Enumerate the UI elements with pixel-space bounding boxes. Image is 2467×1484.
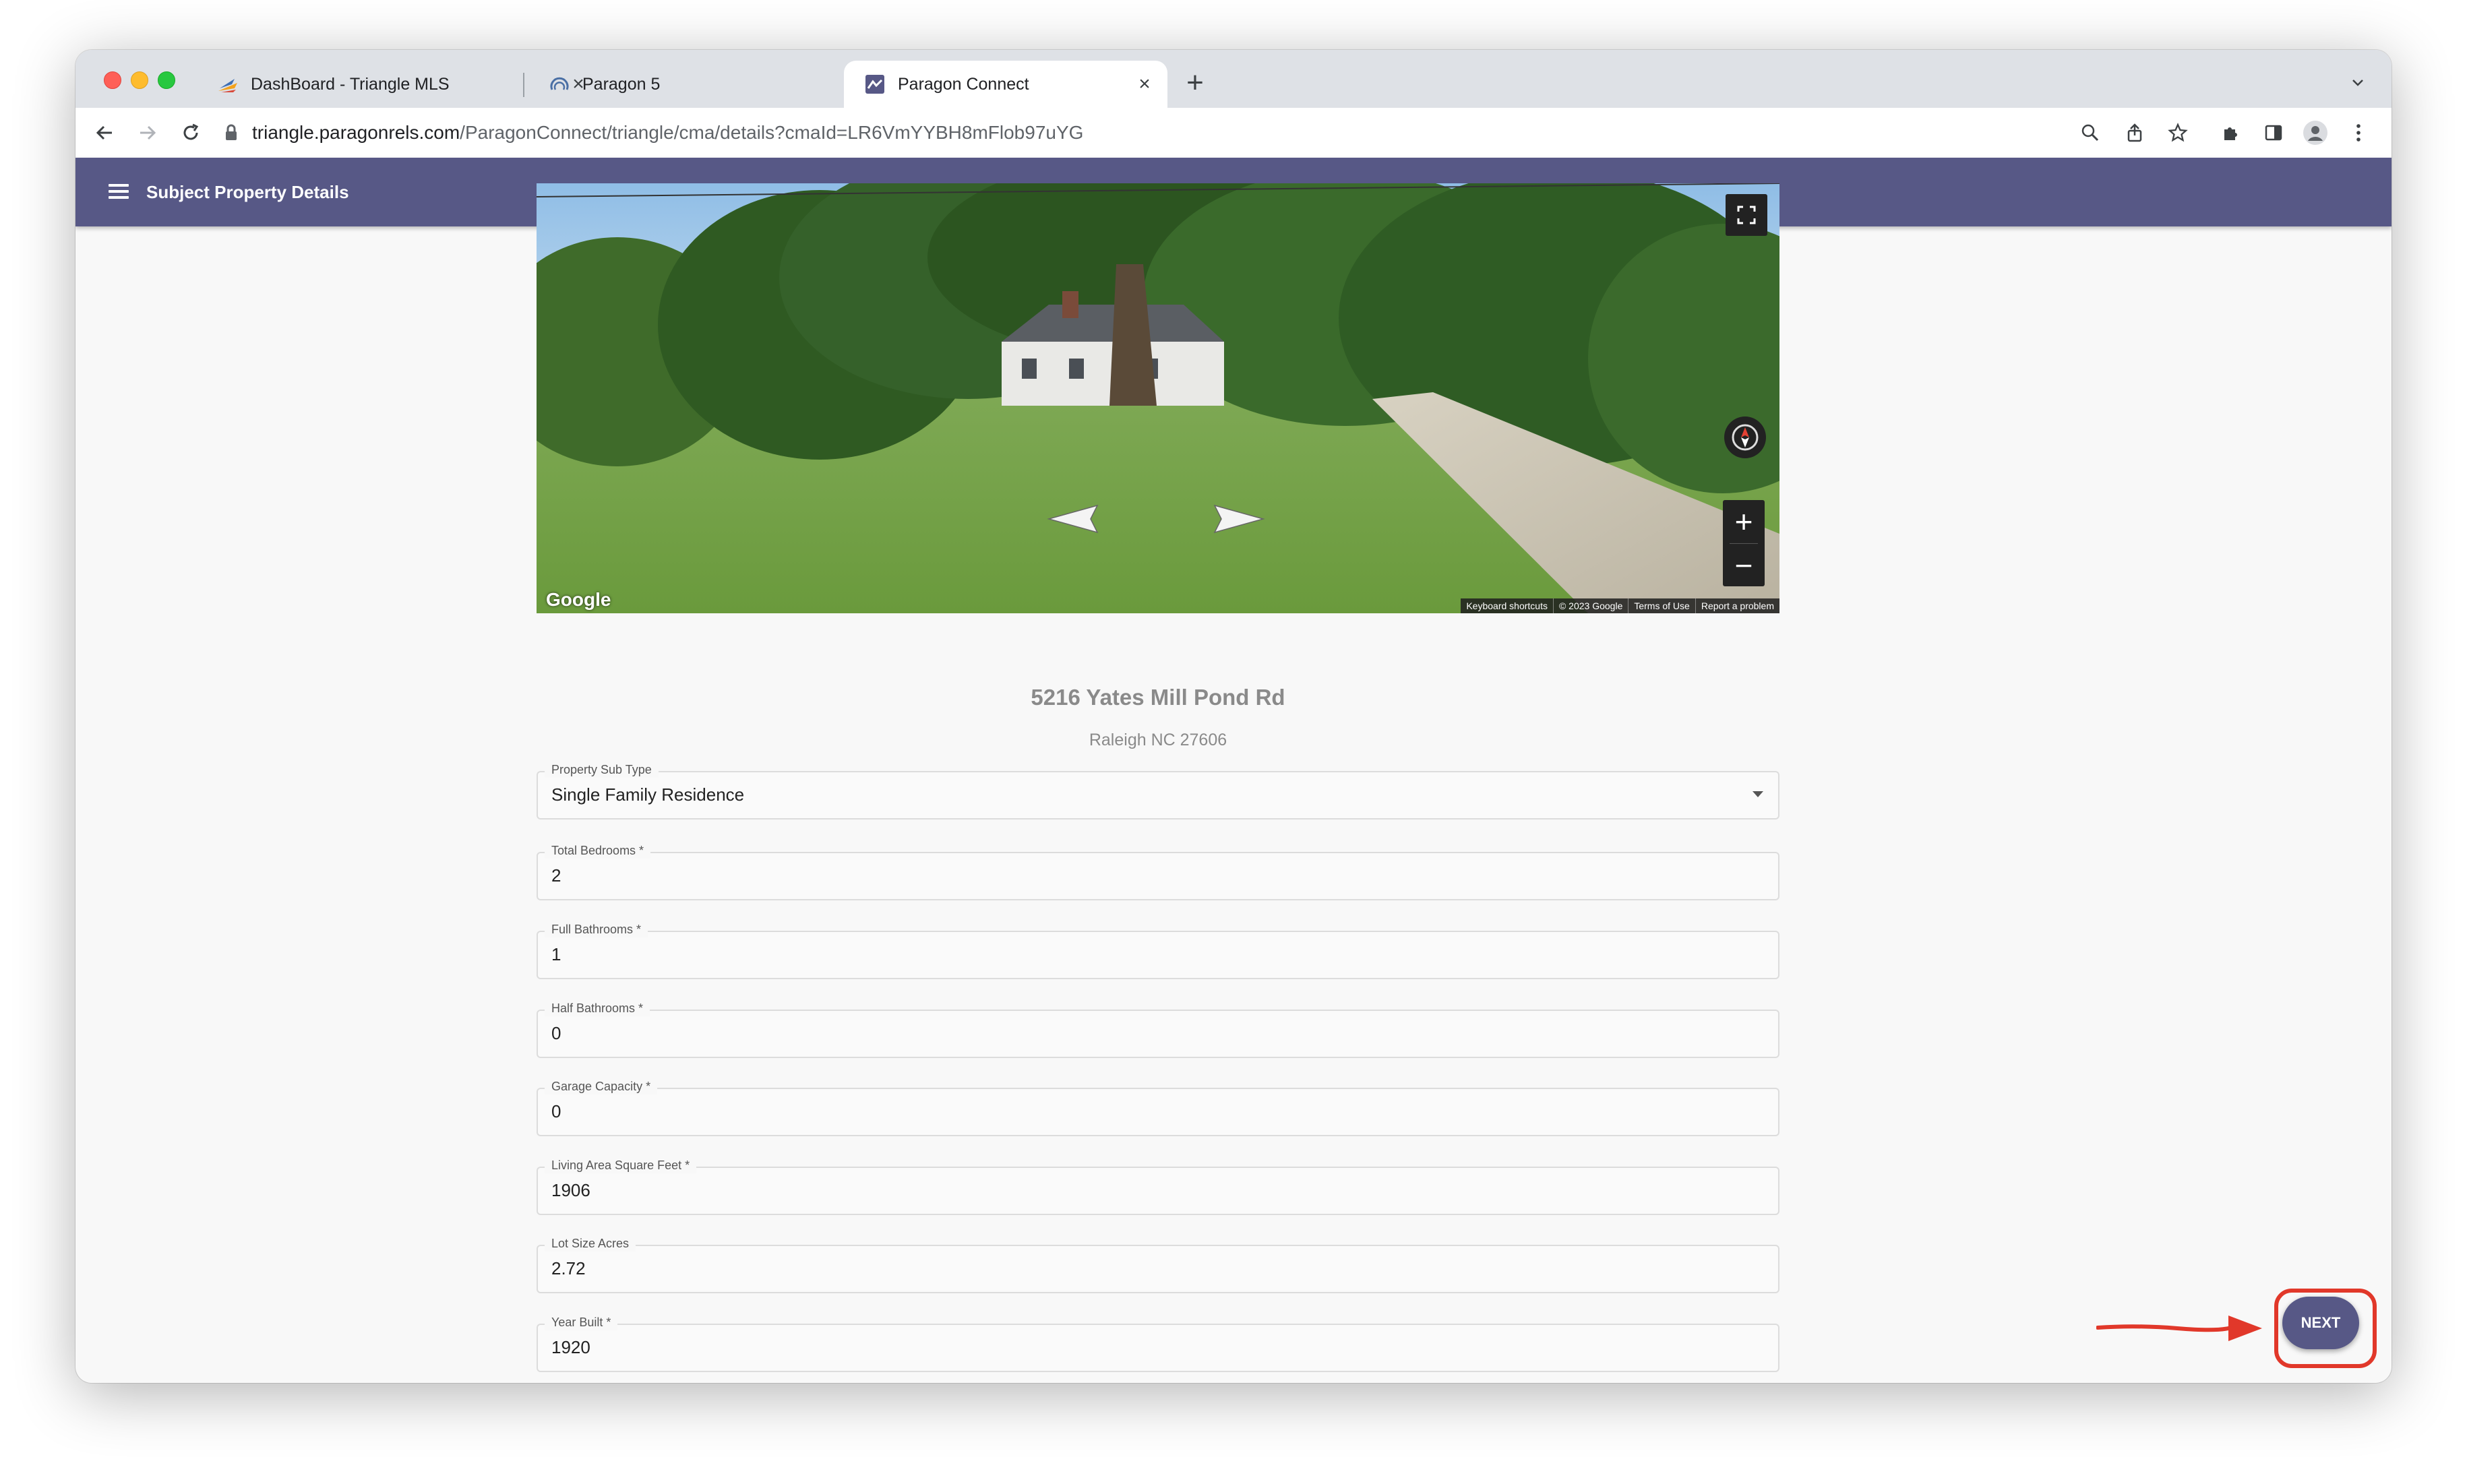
tab-title: DashBoard - Triangle MLS xyxy=(251,74,450,94)
property-city-state-zip: Raleigh NC 27606 xyxy=(1089,731,1227,749)
url-domain: triangle.paragonrels.com xyxy=(252,122,460,143)
field-value: Single Family Residence xyxy=(551,784,745,805)
street-view-panorama[interactable]: + − Google Keyboard shortcuts © 2023 Goo… xyxy=(537,183,1779,613)
input-box[interactable] xyxy=(537,931,1779,979)
google-watermark: Google xyxy=(546,589,611,610)
tab-divider xyxy=(523,73,524,97)
reload-icon[interactable] xyxy=(175,117,206,148)
field-value: 1906 xyxy=(551,1180,590,1200)
zoom-in-icon[interactable]: + xyxy=(1723,500,1765,543)
field-label: Full Bathrooms * xyxy=(545,921,648,937)
dropdown-caret-icon[interactable] xyxy=(1753,791,1763,797)
garage-capacity-field[interactable]: Garage Capacity * 0 xyxy=(537,1078,1779,1136)
total-bedrooms-field[interactable]: Total Bedrooms * 2 xyxy=(537,842,1779,900)
field-label: Total Bedrooms * xyxy=(545,842,651,859)
url-path: /ParagonConnect/triangle/cma/details?cma… xyxy=(460,122,1084,143)
close-icon[interactable]: × xyxy=(1131,71,1158,98)
triangle-mls-icon xyxy=(217,73,239,95)
hamburger-menu-icon[interactable] xyxy=(105,181,132,204)
bookmark-star-icon[interactable] xyxy=(2162,117,2193,148)
input-box[interactable] xyxy=(537,852,1779,900)
field-label: Garage Capacity * xyxy=(545,1078,658,1094)
share-icon[interactable] xyxy=(2119,117,2150,148)
field-value: 2 xyxy=(551,865,561,886)
field-value: 1 xyxy=(551,944,561,964)
new-tab-button[interactable]: + xyxy=(1178,67,1212,101)
terms-of-use-link[interactable]: Terms of Use xyxy=(1628,598,1695,613)
field-value: 0 xyxy=(551,1101,561,1121)
property-street-address: 5216 Yates Mill Pond Rd xyxy=(1031,685,1285,710)
tab-strip: DashBoard - Triangle MLS × Paragon 5 × P… xyxy=(75,50,2392,108)
input-box[interactable] xyxy=(537,1167,1779,1215)
tab-search-chevron-down-icon[interactable] xyxy=(2344,69,2371,96)
compass-icon[interactable] xyxy=(1724,416,1766,458)
forward-arrow-icon[interactable] xyxy=(132,117,163,148)
address-bar[interactable]: triangle.paragonrels.com/ParagonConnect/… xyxy=(224,117,1083,148)
maximize-window-button[interactable] xyxy=(158,71,175,89)
next-button[interactable]: NEXT xyxy=(2282,1297,2359,1349)
annotation-arrow-icon xyxy=(2096,1316,2262,1341)
street-view-footer: Keyboard shortcuts © 2023 Google Terms o… xyxy=(1461,598,1779,613)
property-sub-type-select[interactable]: Property Sub Type Single Family Residenc… xyxy=(537,762,1779,820)
close-window-button[interactable] xyxy=(104,71,121,89)
lot-size-acres-field[interactable]: Lot Size Acres 2.72 xyxy=(537,1235,1779,1293)
street-view-image xyxy=(537,183,1779,613)
keyboard-shortcuts-link[interactable]: Keyboard shortcuts xyxy=(1461,598,1553,613)
side-panel-icon[interactable] xyxy=(2258,117,2289,148)
street-view-zoom-control: + − xyxy=(1723,500,1765,586)
field-label: Lot Size Acres xyxy=(545,1235,636,1251)
report-problem-link[interactable]: Report a problem xyxy=(1695,598,1779,613)
pan-left-arrow-icon[interactable] xyxy=(1043,503,1101,535)
browser-toolbar: triangle.paragonrels.com/ParagonConnect/… xyxy=(75,108,2392,158)
lock-icon xyxy=(224,124,239,142)
full-bathrooms-field[interactable]: Full Bathrooms * 1 xyxy=(537,921,1779,979)
fullscreen-icon[interactable] xyxy=(1726,194,1767,236)
tab-paragon-connect[interactable]: Paragon Connect × xyxy=(844,61,1167,108)
year-built-field[interactable]: Year Built * 1920 xyxy=(537,1314,1779,1372)
half-bathrooms-field[interactable]: Half Bathrooms * 0 xyxy=(537,1000,1779,1058)
more-vertical-icon[interactable] xyxy=(2343,117,2374,148)
extensions-puzzle-icon[interactable] xyxy=(2215,117,2246,148)
pan-right-arrow-icon[interactable] xyxy=(1211,503,1269,535)
paragon-connect-icon xyxy=(864,73,886,95)
paragon-icon xyxy=(549,73,570,95)
input-box[interactable] xyxy=(537,1324,1779,1372)
field-label: Half Bathrooms * xyxy=(545,1000,650,1016)
copyright-text: © 2023 Google xyxy=(1552,598,1628,613)
input-box[interactable] xyxy=(537,1010,1779,1058)
profile-avatar-icon[interactable] xyxy=(2300,117,2331,148)
field-label: Living Area Square Feet * xyxy=(545,1157,697,1173)
page-title: Subject Property Details xyxy=(146,182,349,202)
input-box[interactable] xyxy=(537,1245,1779,1293)
living-area-field[interactable]: Living Area Square Feet * 1906 xyxy=(537,1157,1779,1215)
zoom-out-icon[interactable]: − xyxy=(1723,544,1765,587)
field-value: 0 xyxy=(551,1023,561,1043)
field-label: Year Built * xyxy=(545,1314,618,1330)
zoom-magnifier-icon[interactable] xyxy=(2075,117,2106,148)
back-arrow-icon[interactable] xyxy=(89,117,120,148)
tab-title: Paragon Connect xyxy=(898,74,1029,94)
field-value: 2.72 xyxy=(551,1258,586,1278)
field-value: 1920 xyxy=(551,1337,590,1357)
input-box[interactable] xyxy=(537,1088,1779,1136)
minimize-window-button[interactable] xyxy=(131,71,148,89)
field-label: Property Sub Type xyxy=(545,762,659,778)
